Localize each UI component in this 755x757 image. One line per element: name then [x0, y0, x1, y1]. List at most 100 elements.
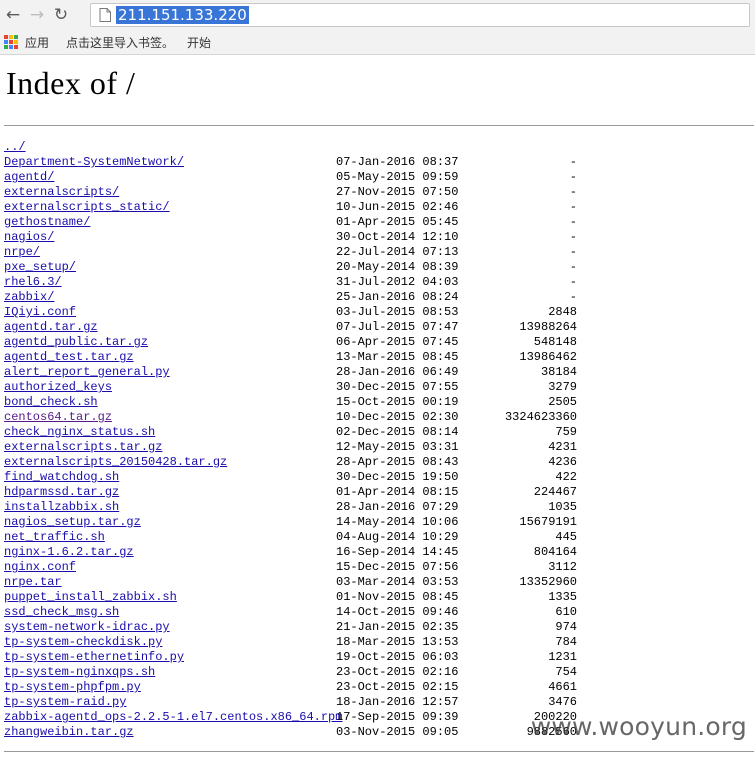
- file-link[interactable]: rhel6.3/: [4, 275, 62, 290]
- bookmark-import-link[interactable]: 点击这里导入书签。: [66, 34, 174, 51]
- table-row: IQiyi.conf 03-Jul-2015 08:53 2848: [4, 305, 754, 320]
- address-bar[interactable]: 211.151.133.220: [90, 3, 750, 27]
- file-size: 1035: [548, 500, 577, 514]
- file-link[interactable]: net_traffic.sh: [4, 530, 105, 545]
- file-link[interactable]: zhangweibin.tar.gz: [4, 725, 134, 740]
- parent-row: ../: [4, 140, 754, 155]
- file-link[interactable]: puppet_install_zabbix.sh: [4, 590, 177, 605]
- file-size: 38184: [540, 365, 577, 379]
- file-size: 445: [555, 530, 577, 544]
- file-size: 2505: [548, 395, 577, 409]
- file-link[interactable]: tp-system-raid.py: [4, 695, 126, 710]
- file-size: 422: [555, 470, 577, 484]
- file-size: -: [569, 185, 577, 199]
- file-date: 17-Sep-2015 09:39: [336, 710, 459, 724]
- file-link[interactable]: installzabbix.sh: [4, 500, 119, 515]
- file-date: 10-Jun-2015 02:46: [336, 200, 459, 214]
- table-row: check_nginx_status.sh 02-Dec-2015 08:14 75…: [4, 425, 754, 440]
- file-size: -: [569, 245, 577, 259]
- file-link[interactable]: externalscripts_20150428.tar.gz: [4, 455, 227, 470]
- table-row: bond_check.sh 15-Oct-2015 00:19 2505: [4, 395, 754, 410]
- file-size: 754: [555, 665, 577, 679]
- file-link[interactable]: agentd/: [4, 170, 54, 185]
- file-link[interactable]: tp-system-phpfpm.py: [4, 680, 141, 695]
- table-row: centos64.tar.gz 10-Dec-2015 02:30 33246233…: [4, 410, 754, 425]
- file-link[interactable]: find_watchdog.sh: [4, 470, 119, 485]
- browser-toolbar: ← → ↻ 211.151.133.220: [0, 0, 755, 30]
- table-row: externalscripts.tar.gz 12-May-2015 03:31 4…: [4, 440, 754, 455]
- apps-grid-icon[interactable]: [4, 34, 19, 50]
- file-link[interactable]: pxe_setup/: [4, 260, 76, 275]
- file-link[interactable]: externalscripts/: [4, 185, 119, 200]
- table-row: externalscripts_20150428.tar.gz 28-Apr-20…: [4, 455, 754, 470]
- table-row: nagios_setup.tar.gz 14-May-2014 10:06 1567…: [4, 515, 754, 530]
- file-link[interactable]: IQiyi.conf: [4, 305, 76, 320]
- file-link[interactable]: centos64.tar.gz: [4, 410, 112, 425]
- file-link[interactable]: system-network-idrac.py: [4, 620, 170, 635]
- file-link[interactable]: agentd.tar.gz: [4, 320, 98, 335]
- file-link[interactable]: gethostname/: [4, 215, 90, 230]
- file-date: 30-Dec-2015 19:50: [336, 470, 459, 484]
- bookmark-apps[interactable]: 应用: [25, 34, 49, 51]
- address-url[interactable]: 211.151.133.220: [116, 6, 249, 24]
- file-link[interactable]: zabbix-agentd_ops-2.2.5-1.el7.centos.x86…: [4, 710, 342, 725]
- file-link[interactable]: check_nginx_status.sh: [4, 425, 155, 440]
- file-link[interactable]: alert_report_general.py: [4, 365, 170, 380]
- file-link[interactable]: nginx.conf: [4, 560, 76, 575]
- file-size: 548148: [533, 335, 577, 349]
- file-link[interactable]: bond_check.sh: [4, 395, 98, 410]
- table-row: externalscripts/27-Nov-2015 07:50 -: [4, 185, 754, 200]
- file-date: 01-Apr-2014 08:15: [336, 485, 459, 499]
- file-link[interactable]: zabbix/: [4, 290, 54, 305]
- reload-icon[interactable]: ↻: [50, 4, 72, 26]
- file-link[interactable]: hdparmssd.tar.gz: [4, 485, 119, 500]
- file-date: 07-Jan-2016 08:37: [336, 155, 459, 169]
- file-link[interactable]: ssd_check_msg.sh: [4, 605, 119, 620]
- file-size: 224467: [533, 485, 577, 499]
- page-content: Index of / ../ Department-SystemNetwork/…: [0, 55, 755, 757]
- divider-top: [4, 125, 754, 126]
- file-link[interactable]: Department-SystemNetwork/: [4, 155, 184, 170]
- file-date: 25-Jan-2016 08:24: [336, 290, 459, 304]
- file-link[interactable]: tp-system-nginxqps.sh: [4, 665, 155, 680]
- file-link[interactable]: nagios/: [4, 230, 54, 245]
- page-icon: [99, 8, 111, 22]
- file-date: 06-Apr-2015 07:45: [336, 335, 459, 349]
- table-row: installzabbix.sh 28-Jan-2016 07:29 1035: [4, 500, 754, 515]
- bookmark-start[interactable]: 开始: [187, 34, 211, 51]
- file-link[interactable]: nagios_setup.tar.gz: [4, 515, 141, 530]
- file-link[interactable]: nrpe.tar: [4, 575, 62, 590]
- file-date: 04-Aug-2014 10:29: [336, 530, 459, 544]
- file-link[interactable]: tp-system-ethernetinfo.py: [4, 650, 184, 665]
- file-link[interactable]: externalscripts.tar.gz: [4, 440, 162, 455]
- file-date: 01-Nov-2015 08:45: [336, 590, 459, 604]
- table-row: find_watchdog.sh 30-Dec-2015 19:50 422: [4, 470, 754, 485]
- file-link[interactable]: agentd_public.tar.gz: [4, 335, 148, 350]
- file-date: 16-Sep-2014 14:45: [336, 545, 459, 559]
- file-link[interactable]: nginx-1.6.2.tar.gz: [4, 545, 134, 560]
- forward-arrow-icon[interactable]: →: [26, 4, 48, 26]
- file-date: 01-Apr-2015 05:45: [336, 215, 459, 229]
- file-link[interactable]: externalscripts_static/: [4, 200, 170, 215]
- file-link[interactable]: tp-system-checkdisk.py: [4, 635, 162, 650]
- file-size: -: [569, 230, 577, 244]
- parent-directory-link[interactable]: ../: [4, 140, 26, 155]
- file-size: 3112: [548, 560, 577, 574]
- file-link[interactable]: agentd_test.tar.gz: [4, 350, 134, 365]
- file-size: 15679191: [519, 515, 577, 529]
- file-link[interactable]: authorized_keys: [4, 380, 112, 395]
- file-size: -: [569, 260, 577, 274]
- table-row: agentd_public.tar.gz 06-Apr-2015 07:45 548…: [4, 335, 754, 350]
- file-date: 14-Oct-2015 09:46: [336, 605, 459, 619]
- table-row: nagios/30-Oct-2014 12:10 -: [4, 230, 754, 245]
- directory-listing: ../ Department-SystemNetwork/07-Jan-2016…: [4, 140, 754, 740]
- table-row: nginx.conf 15-Dec-2015 07:56 3112: [4, 560, 754, 575]
- file-link[interactable]: nrpe/: [4, 245, 40, 260]
- file-date: 28-Apr-2015 08:43: [336, 455, 459, 469]
- table-row: system-network-idrac.py 21-Jan-2015 02:35…: [4, 620, 754, 635]
- back-arrow-icon[interactable]: ←: [2, 4, 24, 26]
- file-date: 30-Oct-2014 12:10: [336, 230, 459, 244]
- file-size: 759: [555, 425, 577, 439]
- table-row: tp-system-ethernetinfo.py 19-Oct-2015 06:…: [4, 650, 754, 665]
- table-row: tp-system-phpfpm.py 23-Oct-2015 02:15 4661: [4, 680, 754, 695]
